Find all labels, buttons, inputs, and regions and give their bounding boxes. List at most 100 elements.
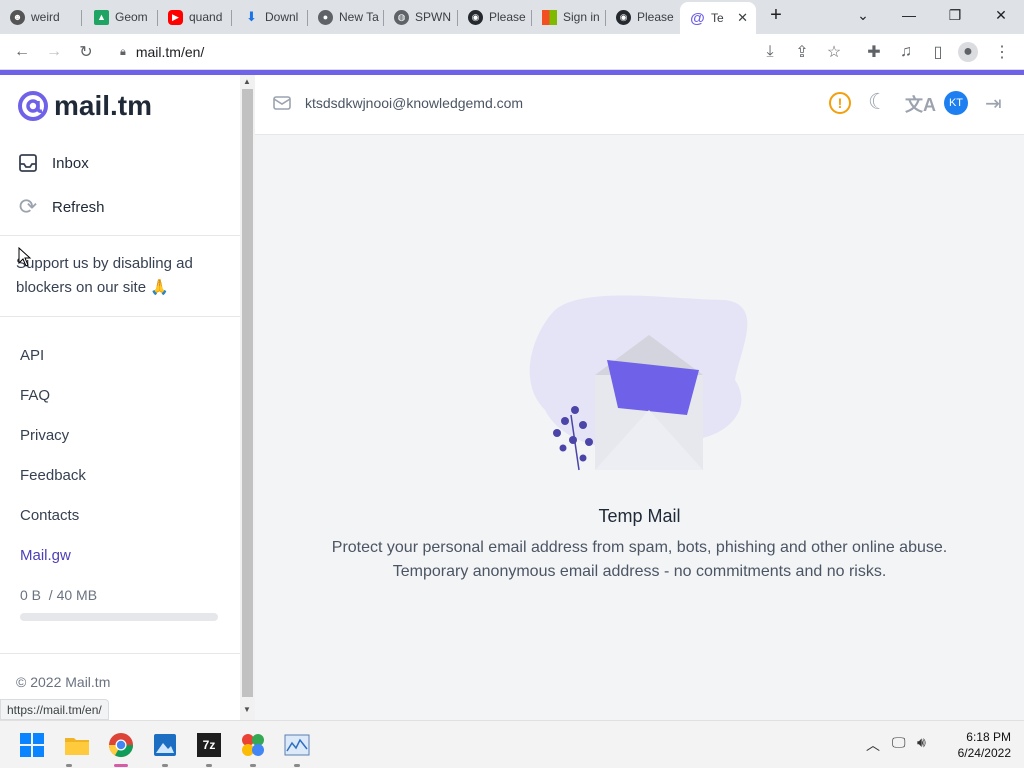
- link-privacy[interactable]: Privacy: [20, 427, 69, 444]
- storage-used: 0 B: [20, 587, 42, 603]
- logout-icon[interactable]: ⇥: [985, 91, 1002, 116]
- new-tab-button[interactable]: +: [756, 0, 796, 30]
- tab-label: Geom: [115, 10, 148, 24]
- tab-spwn[interactable]: ◍ SPWN: [384, 4, 458, 30]
- chrome-taskbar-icon[interactable]: [107, 731, 135, 759]
- sidebar: mail.tm Inbox ⟳ Refresh Support us by di…: [0, 75, 240, 720]
- microsoft-icon: [542, 9, 557, 25]
- inbox-icon: [16, 151, 40, 175]
- tab-label: Please: [489, 10, 526, 24]
- back-icon[interactable]: ←: [12, 42, 32, 62]
- main-content: ktsdsdkwjnooi@knowledgemd.com ! ☾ 文A KT …: [255, 75, 1024, 720]
- nav-refresh[interactable]: ⟳ Refresh: [16, 194, 105, 219]
- tab-weird[interactable]: ☻ weird: [0, 4, 82, 30]
- empty-state-line-2: Temporary anonymous email address - no c…: [392, 563, 887, 580]
- tab-label: SPWN: [415, 10, 451, 24]
- footer-copyright: © 2022 Mail.tm: [16, 674, 111, 690]
- start-windows-icon[interactable]: [18, 731, 46, 759]
- side-panel-icon[interactable]: ▯: [928, 42, 948, 62]
- system-clock[interactable]: 6:18 PM 6/24/2022: [945, 729, 1011, 761]
- github-icon: ◉: [468, 9, 483, 25]
- email-address[interactable]: ktsdsdkwjnooi@knowledgemd.com: [305, 95, 523, 111]
- tab-signin[interactable]: Sign in: [532, 4, 606, 30]
- empty-inbox-illustration: [529, 295, 748, 471]
- scroll-thumb[interactable]: [242, 89, 253, 697]
- media-icon[interactable]: ♫: [896, 42, 916, 62]
- tab-label: Te: [711, 11, 724, 25]
- nav-refresh-label: Refresh: [52, 198, 105, 216]
- storage-total: / 40 MB: [48, 587, 98, 603]
- link-api[interactable]: API: [20, 347, 44, 364]
- mouse-cursor-icon: [18, 247, 32, 267]
- link-mailgw[interactable]: Mail.gw: [20, 547, 71, 564]
- tab-youtube[interactable]: ▶ quand: [158, 4, 232, 30]
- minimize-button[interactable]: —: [886, 0, 932, 30]
- tab-download[interactable]: ⬇ Downl: [234, 4, 308, 30]
- youtube-icon: ▶: [168, 9, 183, 25]
- tab-new[interactable]: ● New Ta: [308, 4, 384, 30]
- volume-icon[interactable]: 🔊︎: [917, 734, 926, 751]
- mailtm-icon: @: [690, 9, 705, 27]
- tab-label: weird: [31, 10, 60, 24]
- network-icon[interactable]: 🖵︎: [892, 734, 906, 751]
- scroll-up-icon[interactable]: ▲: [243, 77, 251, 86]
- browser-toolbar: ← → ↻ 🔒︎ mail.tm/en/ ⤓ ⇪ ☆ ✚ ♫ ▯ ● ⋮: [0, 34, 1024, 70]
- menu-icon[interactable]: ⋮: [992, 42, 1012, 62]
- divider: [0, 316, 240, 317]
- share-icon[interactable]: ⇪: [792, 42, 812, 62]
- avatar[interactable]: KT: [944, 91, 968, 115]
- file-explorer-icon[interactable]: [63, 731, 91, 759]
- empty-state-line-1: Protect your personal email address from…: [331, 539, 948, 556]
- 7zip-icon[interactable]: 7z: [195, 731, 223, 759]
- at-logo-icon: [18, 91, 48, 121]
- logo-text: mail.tm: [54, 90, 153, 121]
- tray-chevron-up-icon[interactable]: ︿: [866, 735, 880, 755]
- bookmark-star-icon[interactable]: ☆: [824, 42, 844, 62]
- close-tab-icon[interactable]: ✕: [737, 10, 748, 26]
- close-window-button[interactable]: ✕: [978, 0, 1024, 30]
- address-bar[interactable]: 🔒︎ mail.tm/en/: [108, 39, 852, 65]
- face-icon: ☻: [10, 9, 25, 25]
- link-feedback[interactable]: Feedback: [20, 467, 86, 484]
- clock-date: 6/24/2022: [957, 746, 1011, 760]
- tab-search-button[interactable]: ⌄: [840, 0, 886, 30]
- colorful-app-icon[interactable]: [239, 731, 267, 759]
- download-icon: ⬇: [246, 9, 257, 24]
- translate-icon[interactable]: 文A: [905, 91, 936, 117]
- lock-icon: 🔒︎: [120, 45, 126, 58]
- logo[interactable]: mail.tm: [16, 89, 152, 123]
- forward-icon[interactable]: →: [44, 42, 64, 62]
- warning-icon[interactable]: !: [829, 92, 851, 114]
- tab-label: Please: [637, 10, 674, 24]
- install-icon[interactable]: ⤓: [760, 42, 780, 62]
- clock-time: 6:18 PM: [966, 730, 1011, 744]
- chrome-icon: ●: [318, 9, 333, 25]
- account-header: ktsdsdkwjnooi@knowledgemd.com ! ☾ 文A KT …: [255, 75, 1024, 135]
- storage-usage: 0 B / 40 MB: [20, 587, 97, 603]
- tab-geom[interactable]: ▲ Geom: [84, 4, 158, 30]
- nav-inbox[interactable]: Inbox: [16, 151, 89, 175]
- profile-icon[interactable]: ●: [958, 42, 978, 62]
- tab-github-2[interactable]: ◉ Please: [606, 4, 680, 30]
- taskbar: 7z ︿ 🖵︎ 🔊︎ 6:18 PM 6/24/2022: [0, 720, 1024, 768]
- sidebar-scrollbar[interactable]: ▲ ▼: [240, 75, 255, 720]
- empty-state-title: Temp Mail: [598, 506, 681, 526]
- storage-progress-bar: [20, 613, 218, 621]
- status-bar-url: https://mail.tm/en/: [0, 699, 109, 720]
- photos-icon[interactable]: [151, 731, 179, 759]
- divider: [0, 653, 240, 654]
- reload-icon[interactable]: ↻: [76, 42, 96, 62]
- drive-icon: ▲: [94, 9, 109, 25]
- tab-github-1[interactable]: ◉ Please: [458, 4, 532, 30]
- tab-mailtm-active[interactable]: @ Te ✕: [680, 2, 756, 34]
- maximize-button[interactable]: ❐: [932, 0, 978, 30]
- scroll-down-icon[interactable]: ▼: [243, 705, 251, 714]
- monitor-app-icon[interactable]: [283, 731, 311, 759]
- link-contacts[interactable]: Contacts: [20, 507, 79, 524]
- extensions-icon[interactable]: ✚: [864, 42, 884, 62]
- dark-mode-moon-icon[interactable]: ☾: [868, 89, 888, 115]
- tab-label: Sign in: [563, 10, 600, 24]
- link-faq[interactable]: FAQ: [20, 387, 50, 404]
- tab-label: quand: [189, 10, 223, 24]
- tab-strip: ☻ weird ▲ Geom ▶ quand ⬇ Downl ● New Ta ◍ SPWN…: [0, 0, 1024, 34]
